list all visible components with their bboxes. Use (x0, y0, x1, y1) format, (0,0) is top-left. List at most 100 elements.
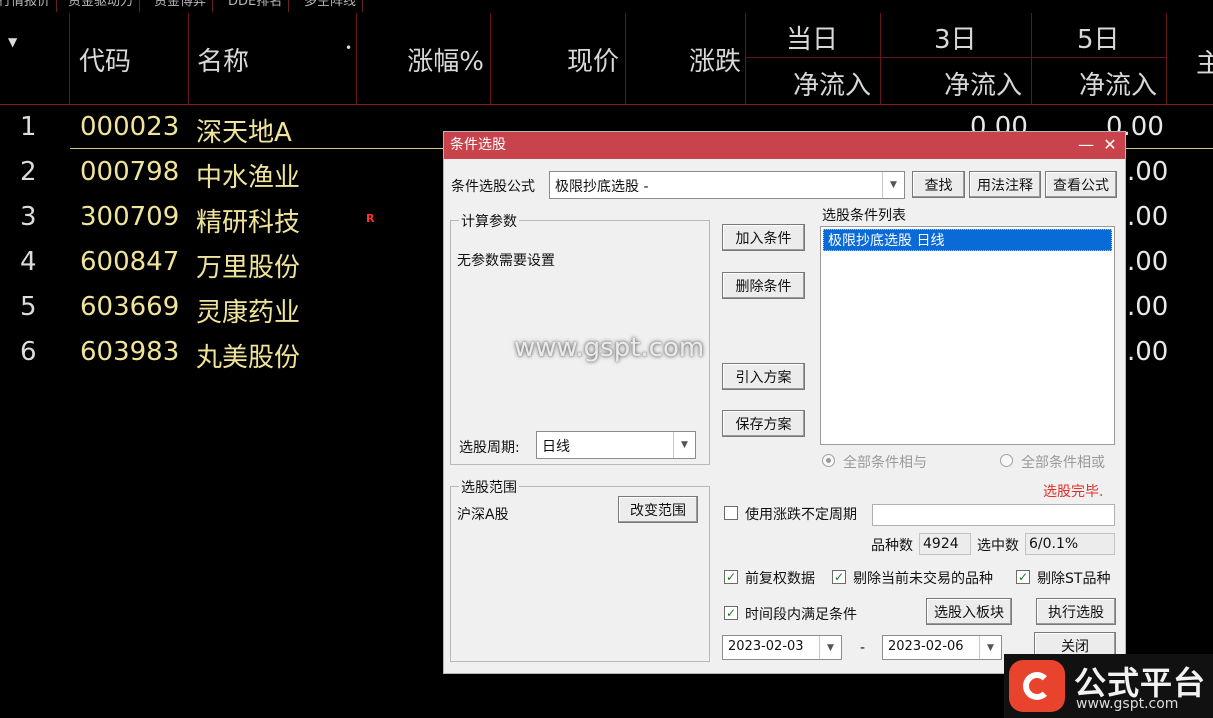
column-header-name[interactable]: 名称 • (189, 13, 357, 105)
sort-arrow-icon: ▼ (8, 35, 18, 49)
column-header-change[interactable]: 涨跌 (626, 13, 746, 105)
net-inflow-5d: .00 (1127, 157, 1169, 187)
header-divider (1166, 13, 1167, 105)
stock-code: 000798 (80, 157, 180, 187)
time-range-checkbox[interactable]: ✓ (724, 606, 738, 620)
forward-adjust-checkbox[interactable]: ✓ (724, 570, 738, 584)
row-index: 2 (20, 157, 37, 187)
radio-all-or[interactable] (1000, 454, 1013, 467)
range-group-title: 选股范围 (459, 477, 519, 497)
import-plan-button[interactable]: 引入方案 (722, 363, 805, 390)
date-to-picker[interactable]: 2023-02-06 ▼ (882, 635, 1002, 660)
save-plan-button[interactable]: 保存方案 (722, 410, 805, 437)
tab-long-short[interactable]: 多空阵线 (298, 0, 364, 12)
formula-select-value: 极限抄底选股 - (555, 179, 649, 195)
formula-label: 条件选股公式 (451, 179, 535, 195)
condition-list[interactable]: 极限抄底选股 日线 (820, 226, 1115, 445)
net-inflow-5d: .00 (1127, 247, 1169, 277)
period-select-value: 日线 (542, 439, 570, 455)
date-to-value: 2023-02-06 (888, 639, 964, 654)
date-from-picker[interactable]: 2023-02-03 ▼ (722, 635, 842, 660)
row-index: 1 (20, 112, 37, 142)
selected-value: 6/0.1% (1025, 533, 1115, 555)
column-header-3d[interactable]: 3日 (934, 19, 977, 56)
logo-url: www.gspt.com (1076, 696, 1179, 712)
condition-stock-picker-dialog: 条件选股 — ✕ 条件选股公式 极限抄底选股 - ▼ 查找 用法注释 查看公式 … (443, 131, 1126, 674)
stock-name: 中水渔业 (196, 163, 301, 193)
radio-all-and[interactable] (822, 454, 835, 467)
time-range-label: 时间段内满足条件 (745, 607, 857, 623)
chevron-down-icon[interactable]: ▼ (819, 636, 841, 659)
net-inflow-5d: .00 (1127, 337, 1169, 367)
column-header-5d-net: 净流入 (1079, 71, 1158, 101)
find-button[interactable]: 查找 (912, 171, 965, 198)
header-divider (1031, 13, 1032, 105)
tab-quotes[interactable]: 行情报价 (0, 0, 58, 12)
count-label: 品种数 (871, 538, 913, 554)
range-value: 沪深A股 (457, 507, 509, 523)
margin-flag-badge: R (366, 212, 375, 225)
column-dot-icon: • (345, 41, 353, 55)
stock-code: 603669 (80, 292, 180, 322)
radio-all-and-label: 全部条件相与 (843, 455, 927, 471)
top-tab-bar: 行情报价 资金驱动力 资金博弈 DDE排名 多空阵线 (0, 0, 1213, 12)
row-index: 6 (20, 337, 37, 367)
exclude-untraded-checkbox[interactable]: ✓ (832, 570, 846, 584)
column-header-name-label: 名称 (197, 46, 250, 77)
add-to-block-button[interactable]: 选股入板块 (926, 598, 1012, 625)
stock-name: 灵康药业 (196, 298, 301, 328)
tab-dde-rank[interactable]: DDE排名 (222, 0, 290, 12)
dialog-title-bar[interactable]: 条件选股 — ✕ (444, 132, 1125, 159)
logo-icon (1009, 660, 1065, 712)
exclude-st-checkbox[interactable]: ✓ (1016, 570, 1030, 584)
range-group: 选股范围 沪深A股 改变范围 (450, 477, 710, 662)
chevron-down-icon[interactable]: ▼ (882, 172, 904, 198)
column-header-change-pct[interactable]: 涨幅% (357, 13, 491, 105)
column-header-code[interactable]: 代码 (70, 13, 189, 105)
period-label: 选股周期: (459, 440, 520, 456)
usage-notes-button[interactable]: 用法注释 (969, 171, 1041, 198)
date-from-value: 2023-02-03 (728, 639, 804, 654)
exclude-st-label: 剔除ST品种 (1037, 571, 1111, 587)
dialog-title: 条件选股 (450, 137, 506, 153)
sort-column-header[interactable]: ▼ (0, 13, 70, 105)
column-header-day-net: 净流入 (793, 71, 872, 101)
column-header-3d-net: 净流入 (944, 71, 1023, 101)
formula-select[interactable]: 极限抄底选股 - ▼ (549, 171, 905, 199)
stock-code: 600847 (80, 247, 180, 277)
column-header-5d[interactable]: 5日 (1077, 19, 1120, 56)
chevron-down-icon[interactable]: ▼ (979, 636, 1001, 659)
params-text: 无参数需要设置 (457, 253, 555, 269)
net-inflow-5d: .00 (1127, 292, 1169, 322)
stock-name: 精研科技 (196, 208, 301, 238)
uncertain-period-checkbox[interactable] (724, 506, 738, 520)
view-formula-button[interactable]: 查看公式 (1045, 171, 1117, 198)
row-index: 4 (20, 247, 37, 277)
minimize-icon[interactable]: — (1075, 132, 1097, 159)
grid-header: ▼ 代码 名称 • 涨幅% 现价 涨跌 当日 净流入 3日 净流入 5日 净流入… (0, 13, 1213, 105)
list-item[interactable]: 极限抄底选股 日线 (823, 229, 1112, 251)
chevron-down-icon[interactable]: ▼ (673, 432, 695, 458)
condition-list-label: 选股条件列表 (822, 208, 906, 224)
stock-code: 000023 (80, 112, 180, 142)
execute-button[interactable]: 执行选股 (1036, 598, 1116, 625)
delete-condition-button[interactable]: 删除条件 (722, 272, 805, 299)
net-inflow-5d: .00 (1127, 202, 1169, 232)
add-condition-button[interactable]: 加入条件 (722, 224, 805, 251)
params-group-title: 计算参数 (459, 211, 519, 231)
period-select[interactable]: 日线 ▼ (536, 431, 696, 459)
stock-code: 603983 (80, 337, 180, 367)
column-header-price[interactable]: 现价 (491, 13, 626, 105)
column-header-day[interactable]: 当日 (786, 19, 838, 56)
change-range-button[interactable]: 改变范围 (618, 496, 698, 523)
stock-name: 深天地A (196, 118, 292, 148)
status-text: 选股完毕. (1043, 484, 1104, 500)
count-value: 4924 (919, 533, 971, 555)
tab-fund-drive[interactable]: 资金驱动力 (62, 0, 141, 12)
tab-fund-game[interactable]: 资金博弈 (148, 0, 214, 12)
uncertain-period-field[interactable] (872, 504, 1115, 526)
close-icon[interactable]: ✕ (1099, 132, 1121, 159)
row-index: 5 (20, 292, 37, 322)
exclude-untraded-label: 剔除当前未交易的品种 (853, 571, 993, 587)
stock-name: 万里股份 (196, 253, 301, 283)
